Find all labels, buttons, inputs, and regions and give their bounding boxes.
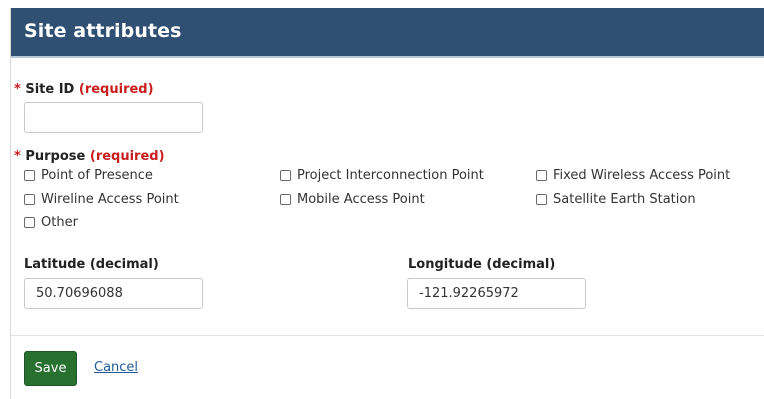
purpose-option-label: Wireline Access Point [41, 192, 179, 207]
purpose-option-label: Satellite Earth Station [553, 192, 696, 207]
form-divider [11, 335, 764, 336]
latitude-label: Latitude (decimal) [24, 257, 159, 272]
purpose-option-label: Point of Presence [41, 168, 153, 183]
purpose-option-label: Project Interconnection Point [297, 168, 484, 183]
purpose-required-text: (required) [89, 149, 165, 164]
site-id-label-text: Site ID [25, 82, 75, 97]
site-id-required-text: (required) [78, 82, 154, 97]
purpose-option-label: Mobile Access Point [297, 192, 425, 207]
site-attributes-panel: Site attributes * Site ID (required) * P… [10, 8, 764, 399]
checkbox-icon[interactable] [536, 170, 547, 181]
purpose-option-fixed-wireless-access-point[interactable]: Fixed Wireless Access Point [536, 168, 730, 183]
purpose-label: * Purpose (required) [14, 149, 165, 164]
purpose-option-wireline-access-point[interactable]: Wireline Access Point [24, 192, 179, 207]
checkbox-icon[interactable] [536, 194, 547, 205]
checkbox-icon[interactable] [24, 170, 35, 181]
site-id-label: * Site ID (required) [14, 82, 154, 97]
purpose-option-project-interconnection-point[interactable]: Project Interconnection Point [280, 168, 484, 183]
longitude-label: Longitude (decimal) [408, 257, 556, 272]
required-asterisk: * [14, 82, 21, 97]
checkbox-icon[interactable] [24, 194, 35, 205]
purpose-option-label: Fixed Wireless Access Point [553, 168, 731, 183]
purpose-label-text: Purpose [25, 149, 86, 164]
longitude-input[interactable] [407, 278, 586, 309]
purpose-option-satellite-earth-station[interactable]: Satellite Earth Station [536, 192, 696, 207]
site-id-input[interactable] [24, 102, 203, 133]
save-button[interactable]: Save [24, 351, 77, 386]
panel-title: Site attributes [24, 20, 182, 42]
checkbox-icon[interactable] [280, 194, 291, 205]
checkbox-icon[interactable] [24, 217, 35, 228]
latitude-input[interactable] [24, 278, 203, 309]
panel-header: Site attributes [11, 8, 764, 58]
purpose-option-other[interactable]: Other [24, 215, 78, 230]
cancel-link[interactable]: Cancel [94, 360, 138, 375]
purpose-option-mobile-access-point[interactable]: Mobile Access Point [280, 192, 425, 207]
purpose-option-label: Other [41, 215, 78, 230]
required-asterisk: * [14, 149, 21, 164]
checkbox-icon[interactable] [280, 170, 291, 181]
purpose-option-point-of-presence[interactable]: Point of Presence [24, 168, 153, 183]
